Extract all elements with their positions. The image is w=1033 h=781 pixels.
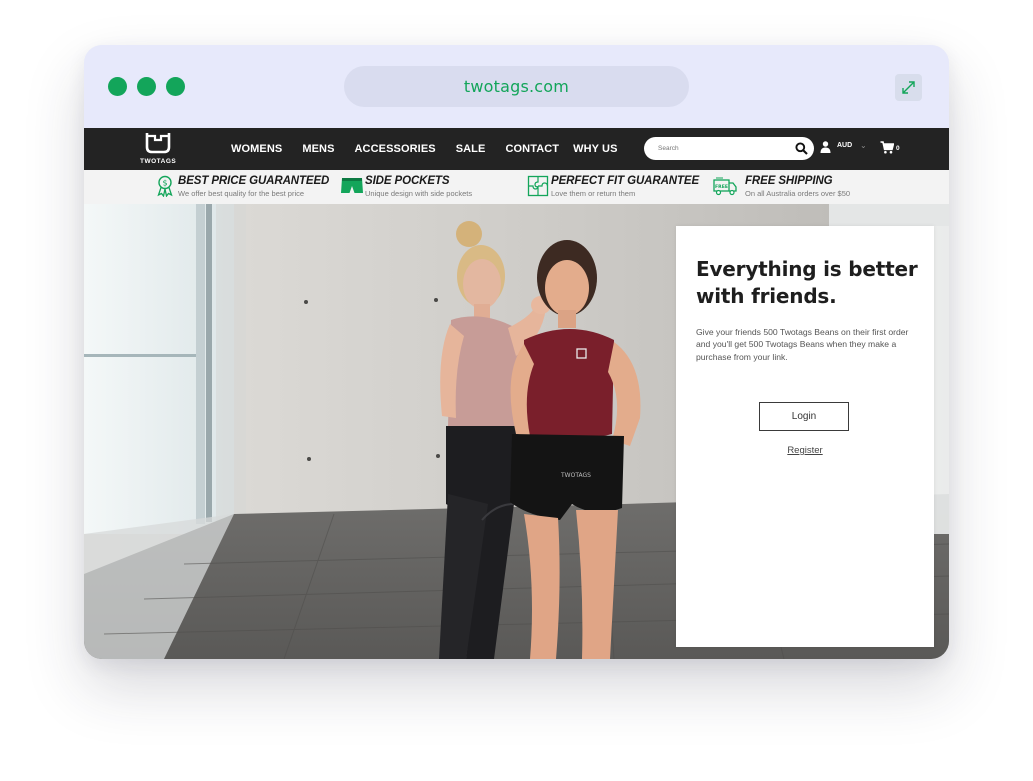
nav-contact[interactable]: CONTACT — [505, 143, 559, 155]
expand-icon — [902, 81, 915, 94]
search-box — [644, 137, 814, 160]
referral-panel: Everything is better with friends. Give … — [676, 226, 934, 647]
usp-title: SIDE POCKETS — [365, 175, 450, 187]
login-button[interactable]: Login — [759, 402, 849, 431]
window-maximize-dot[interactable] — [166, 77, 185, 96]
site-logo[interactable]: TWOTAGS — [140, 131, 176, 167]
expand-button[interactable] — [895, 74, 922, 101]
svg-text:$: $ — [162, 179, 167, 188]
usp-subtitle: Unique design with side pockets — [365, 189, 473, 198]
shorts-icon — [341, 178, 363, 193]
usp-title: PERFECT FIT GUARANTEE — [551, 175, 700, 187]
window-minimize-dot[interactable] — [137, 77, 156, 96]
register-link: Register — [676, 445, 934, 456]
nav-sale[interactable]: SALE — [456, 143, 486, 155]
browser-window: twotags.com TWOTAGS WOMENS MENS ACCESSOR… — [84, 45, 949, 659]
usp-bar: $ BEST PRICE GUARANTEED We offer best qu… — [84, 170, 949, 205]
main-nav: WOMENS MENS ACCESSORIES SALE CONTACT WHY… — [231, 128, 638, 170]
logo-text: TWOTAGS — [140, 158, 177, 165]
chevron-down-icon[interactable]: ⌄ — [860, 141, 867, 150]
usp-title: FREE SHIPPING — [745, 175, 833, 187]
nav-accessories[interactable]: ACCESSORIES — [355, 143, 436, 155]
nav-mens[interactable]: MENS — [302, 143, 334, 155]
usp-title: BEST PRICE GUARANTEED — [178, 175, 330, 187]
delivery-truck-icon: FREE — [713, 177, 737, 196]
currency-selector[interactable]: AUD — [837, 142, 852, 149]
tag-logo-icon — [145, 133, 171, 154]
cart-icon[interactable] — [880, 141, 894, 154]
nav-womens[interactable]: WOMENS — [231, 143, 282, 155]
referral-description: Give your friends 500 Twotags Beans on t… — [696, 327, 909, 362]
puzzle-icon — [527, 175, 549, 197]
address-bar[interactable]: twotags.com — [344, 66, 689, 107]
register-link-text[interactable]: Register — [787, 445, 822, 456]
usp-subtitle: Love them or return them — [551, 189, 636, 198]
user-icon[interactable] — [820, 141, 831, 153]
search-icon[interactable] — [795, 142, 808, 155]
search-input[interactable] — [658, 145, 788, 152]
nav-why-us[interactable]: WHY US — [573, 143, 617, 155]
site-navbar: TWOTAGS WOMENS MENS ACCESSORIES SALE CON… — [84, 128, 949, 170]
award-ribbon-icon: $ — [157, 175, 173, 197]
usp-subtitle: On all Australia orders over $50 — [745, 189, 851, 198]
shorts-print: TWOTAGS — [560, 472, 591, 479]
usp-subtitle: We offer best quality for the best price — [178, 189, 305, 198]
window-close-dot[interactable] — [108, 77, 127, 96]
referral-title: Everything is better with friends. — [696, 257, 918, 308]
cart-count: 0 — [896, 145, 900, 152]
browser-chrome: twotags.com — [84, 45, 949, 128]
svg-text:FREE: FREE — [715, 184, 728, 190]
